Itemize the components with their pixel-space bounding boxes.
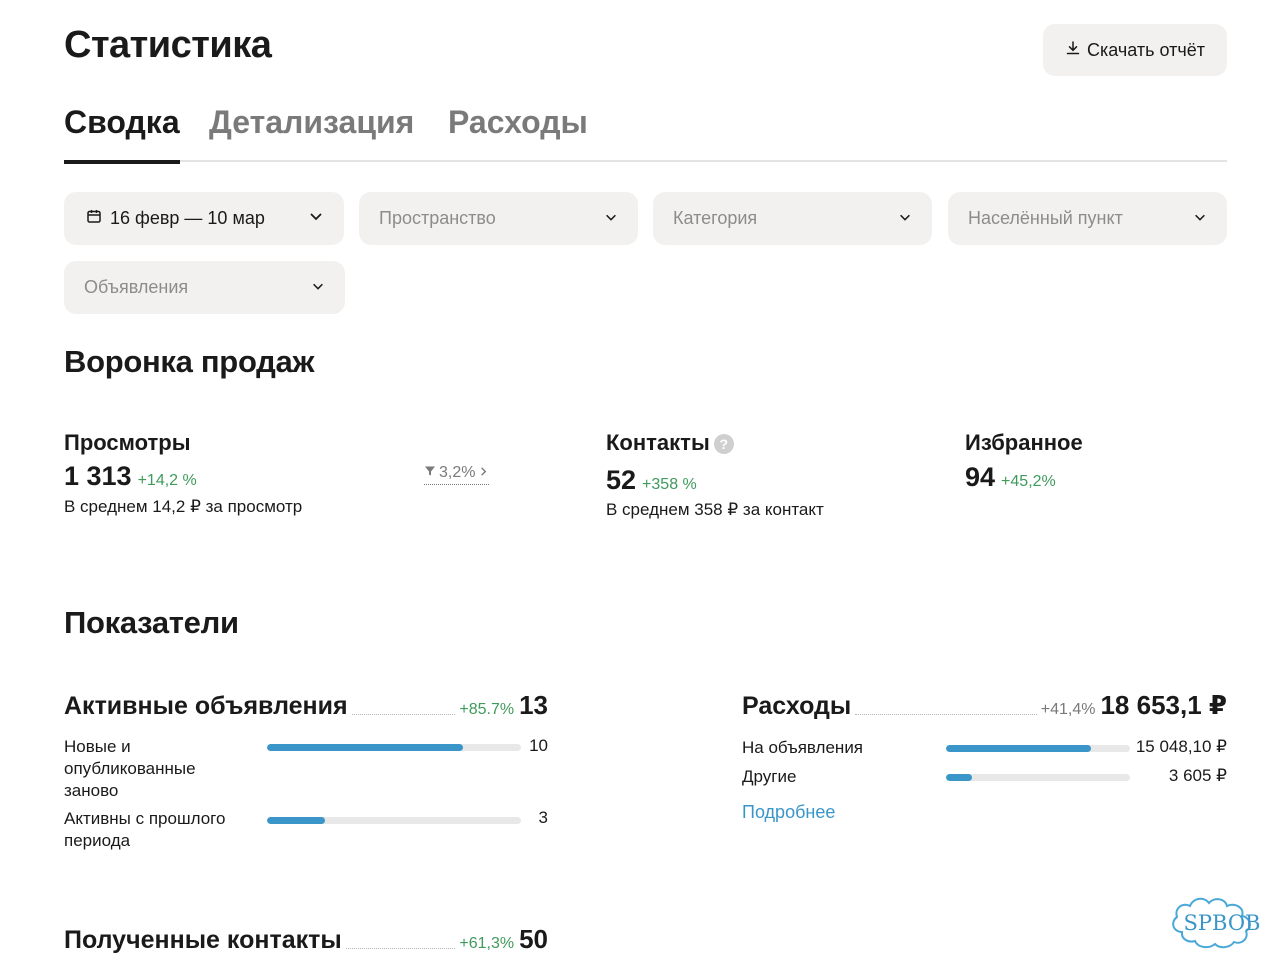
download-report-button[interactable]: Скачать отчёт [1043,24,1227,76]
chevron-down-icon [1193,208,1207,229]
more-details-link[interactable]: Подробнее [742,802,835,823]
dotted-leader [351,714,456,715]
active-ads-header: Активные объявления +85.7% 13 [64,690,548,721]
date-range-value: 16 февр — 10 мар [110,208,265,228]
conversion-link[interactable]: 3,2% [424,464,490,485]
tab-bar: Сводка Детализация Расходы [64,102,1227,164]
contacts-label: Контакты [606,430,710,455]
metrics-title: Показатели [64,605,239,640]
contacts-received-header: Полученные контакты +61,3% 50 [64,924,548,955]
download-report-label: Скачать отчёт [1087,39,1205,60]
views-label: Просмотры [64,430,191,455]
views-sub: В среднем 14,2 ₽ за просмотр [64,497,303,516]
favorites-value-group: 94 +45,2% [965,462,1056,493]
contacts-delta: +358 % [642,476,697,493]
active-ads-label: Активные объявления [64,692,348,720]
space-placeholder: Пространство [379,208,496,228]
chevron-right-icon [478,464,489,482]
ads-select[interactable]: Объявления [64,261,345,314]
prev-ads-bar [267,817,521,824]
active-ads-delta: +85.7% [459,701,515,718]
chevron-down-icon [308,208,324,229]
chevron-down-icon [604,208,618,229]
other-expense-value: 3 605 ₽ [1168,766,1227,785]
locality-select[interactable]: Населённый пункт [948,192,1227,245]
watermark-logo: SPBOB [1168,888,1276,952]
space-select[interactable]: Пространство [359,192,638,245]
contacts-received-delta: +61,3% [459,935,515,952]
date-range-select[interactable]: 16 февр — 10 мар [64,192,344,245]
funnel-title: Воронка продаж [64,344,315,379]
funnel-icon [424,464,436,482]
ads-expense-value: 15 048,10 ₽ [1135,737,1227,756]
favorites-delta: +45,2% [1001,473,1056,490]
expenses-header: Расходы +41,4% 18 653,1 ₽ [742,690,1227,721]
ads-expense-label: На объявления [742,738,864,757]
prev-ads-bar-fill [267,817,326,824]
contacts-received-label: Полученные контакты [64,926,342,954]
new-ads-value: 10 [529,736,548,755]
dotted-leader [345,948,456,949]
contacts-label-group: Контакты? [606,430,734,456]
new-ads-bar-fill [267,744,463,751]
contacts-value-group: 52 +358 % [606,465,697,496]
other-expense-bar-fill [946,774,972,781]
dotted-leader [855,714,1037,715]
prev-ads-value: 3 [538,808,548,827]
tab-summary[interactable]: Сводка [64,104,180,164]
expenses-delta: +41,4% [1040,701,1096,718]
new-ads-label: Новые и опубликованные заново [64,737,196,800]
calendar-icon [86,208,102,229]
contacts-value: 52 [606,465,637,495]
expenses-value: 18 653,1 ₽ [1100,690,1227,720]
category-select[interactable]: Категория [653,192,932,245]
views-value: 1 313 [64,461,132,491]
views-delta: +14,2 % [137,472,197,489]
ads-expense-bar [946,745,1130,752]
watermark-text: SPBOB [1184,911,1261,935]
expenses-label: Расходы [742,692,852,720]
chevron-down-icon [898,208,912,229]
favorites-value: 94 [965,462,996,492]
favorites-label: Избранное [965,430,1083,455]
prev-ads-label: Активны с прошлого периода [64,809,226,850]
views-value-group: 1 313 +14,2 % [64,461,197,492]
tab-expenses[interactable]: Расходы [448,104,588,162]
ads-placeholder: Объявления [84,277,189,297]
contacts-sub: В среднем 358 ₽ за контакт [606,500,824,519]
other-expense-label: Другие [742,767,797,786]
conversion-value: 3,2% [439,464,476,481]
category-placeholder: Категория [673,208,758,228]
ads-expense-bar-fill [946,745,1092,752]
help-icon[interactable]: ? [713,434,734,455]
tab-details[interactable]: Детализация [209,104,414,162]
locality-placeholder: Населённый пункт [968,208,1123,228]
page-title: Статистика [64,24,272,66]
active-ads-value: 13 [519,690,548,720]
contacts-received-value: 50 [519,924,548,954]
new-ads-bar [267,744,521,751]
download-icon [1065,40,1081,61]
chevron-down-icon [311,277,325,298]
other-expense-bar [946,774,1130,781]
